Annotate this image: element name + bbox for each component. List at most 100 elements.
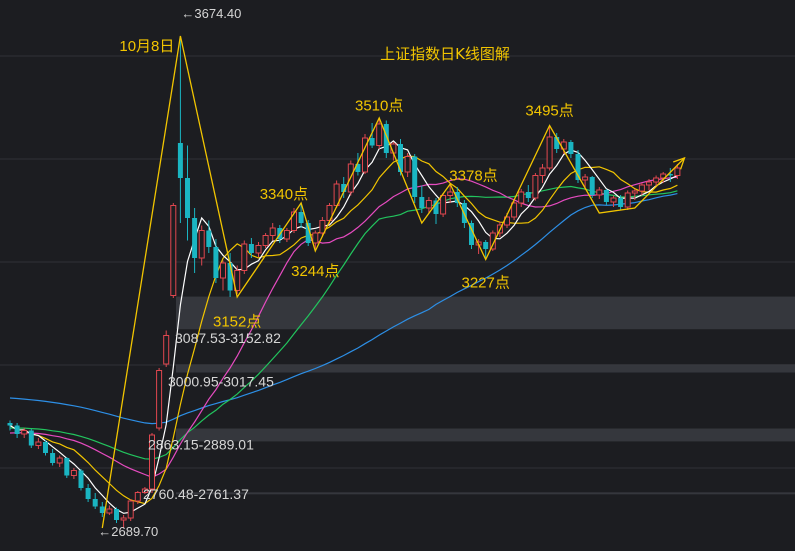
gap-zone (176, 296, 795, 330)
high-price-label: ←3674.40 (181, 6, 241, 21)
candle-body (312, 232, 319, 244)
candle-body (412, 156, 418, 197)
candle (170, 203, 177, 298)
candle (532, 173, 539, 201)
candle-body (638, 184, 645, 192)
candle-body (192, 218, 198, 258)
candle (35, 438, 42, 449)
candle-body (64, 458, 70, 476)
candles (7, 36, 681, 528)
candle-body (156, 370, 163, 429)
candle-body (624, 192, 631, 208)
gap-zones (176, 296, 795, 495)
candle-body (114, 509, 119, 520)
candle (177, 36, 183, 223)
candle (589, 176, 595, 198)
candle (220, 260, 226, 291)
candle-body (603, 190, 609, 202)
candle-body (255, 245, 262, 254)
candle-body (631, 190, 638, 194)
gap-label: 3000.95-3017.45 (168, 374, 274, 390)
candle-body (610, 197, 617, 203)
candle-body (525, 192, 531, 198)
candle-body (177, 143, 183, 178)
candle-body (7, 423, 13, 426)
candle (269, 223, 276, 241)
candle-body (425, 200, 432, 209)
candle-body (404, 156, 411, 173)
candle-body (582, 176, 589, 181)
candle (92, 493, 98, 509)
candle (192, 208, 198, 273)
candle-body (546, 136, 553, 169)
candle-body (56, 457, 63, 464)
candle-body (185, 178, 190, 218)
candle (156, 368, 163, 431)
candle (50, 449, 56, 466)
candle (412, 154, 418, 203)
candle-body (283, 230, 290, 240)
candle (127, 499, 134, 521)
candle (539, 164, 546, 183)
gap-zone (176, 492, 795, 495)
candle-body (298, 212, 304, 223)
candle (28, 429, 34, 448)
candle-body (248, 244, 254, 253)
candle (262, 233, 269, 248)
candle-body (127, 500, 134, 519)
candle-body (674, 167, 681, 176)
candle-body (85, 488, 91, 499)
gap-label: 2863.15-2889.01 (148, 436, 254, 452)
annotation-label: 3227点 (462, 275, 510, 292)
candle-body (70, 470, 77, 476)
gap-label: 3087.53-3152.82 (175, 330, 281, 346)
candle (14, 423, 20, 438)
candle-body (198, 230, 205, 259)
candle-body (532, 175, 539, 199)
annotation-label: 3378点 (449, 168, 497, 185)
candle-body (419, 197, 425, 208)
candle-body (369, 138, 375, 146)
annotation-label: 3510点 (355, 98, 403, 115)
candle (78, 469, 84, 491)
candle-body (14, 425, 20, 434)
candle-body (120, 517, 127, 521)
candle-body (618, 198, 624, 207)
annotation-label: 3340点 (260, 186, 308, 203)
candle-body (241, 243, 248, 271)
candle-body (440, 195, 447, 215)
candle (56, 455, 63, 467)
candle-body (518, 191, 525, 204)
candle-body (28, 430, 34, 446)
gap-zone (176, 364, 795, 373)
candle (603, 189, 609, 205)
candle (362, 134, 368, 174)
candle-body (262, 235, 269, 246)
candle-body (78, 470, 84, 488)
candle-body (21, 430, 28, 435)
candle (248, 238, 254, 258)
annotation-label: 3495点 (525, 103, 573, 120)
candle-body (376, 123, 383, 146)
candle-body (269, 227, 276, 236)
candle (255, 242, 262, 257)
chart-title: 上证指数日K线图解 (380, 45, 510, 63)
candle-body (43, 442, 48, 453)
candle (163, 330, 170, 367)
candle-body (206, 230, 212, 247)
candle-body (589, 177, 595, 195)
grid-lines (0, 55, 795, 469)
candle (283, 228, 290, 242)
candle (624, 190, 631, 210)
candle (85, 484, 91, 502)
candle-body (653, 177, 660, 183)
candle (525, 185, 531, 202)
labels: 3087.53-3152.82 3000.95-3017.45 2863.15-28… (98, 6, 573, 539)
candle (206, 220, 212, 253)
gap-label: 2760.48-2761.37 (143, 486, 249, 502)
candle-body (50, 453, 56, 463)
candle (64, 457, 70, 478)
candle-body (646, 181, 652, 186)
candle (185, 145, 190, 241)
annotation-label: 3152点 (213, 314, 261, 331)
